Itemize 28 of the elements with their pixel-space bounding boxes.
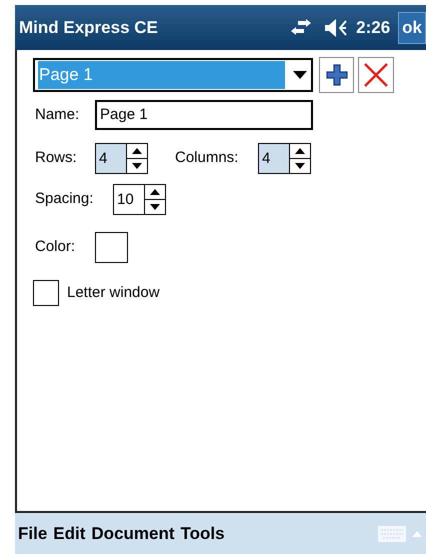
add-page-button[interactable] [319, 57, 354, 93]
window-title: Mind Express CE [19, 16, 158, 39]
close-icon [363, 62, 389, 88]
ok-button[interactable]: ok [398, 12, 426, 44]
menu-item[interactable]: File [18, 520, 48, 546]
menu-item[interactable]: Document [91, 520, 175, 546]
spinner-value: 4 [259, 144, 290, 173]
clock-text: 2:26 [356, 16, 390, 39]
color-swatch[interactable] [95, 232, 128, 263]
color-label: Color: [35, 237, 76, 258]
menu-item[interactable]: Tools [180, 520, 225, 546]
menu-item[interactable]: Edit [53, 520, 86, 546]
delete-page-button[interactable] [358, 57, 394, 93]
spinner-label: Rows: [35, 148, 78, 168]
number-spinner[interactable]: 4 [258, 143, 311, 174]
spinner-label: Spacing: [35, 189, 94, 210]
connectivity-icon [290, 18, 312, 36]
name-field[interactable]: Page 1 [95, 100, 313, 130]
spinner-label: Columns: [175, 148, 240, 168]
number-spinner[interactable]: 4 [95, 143, 148, 174]
page-dropdown-value: Page 1 [38, 61, 285, 89]
caret-icon [293, 71, 307, 79]
number-spinner[interactable]: 10 [113, 184, 166, 215]
spinner-value: 4 [96, 144, 127, 173]
checkbox[interactable] [33, 280, 59, 306]
name-label: Name: [35, 104, 80, 125]
plus-icon [326, 64, 348, 86]
checkbox-label: Letter window [67, 282, 160, 303]
